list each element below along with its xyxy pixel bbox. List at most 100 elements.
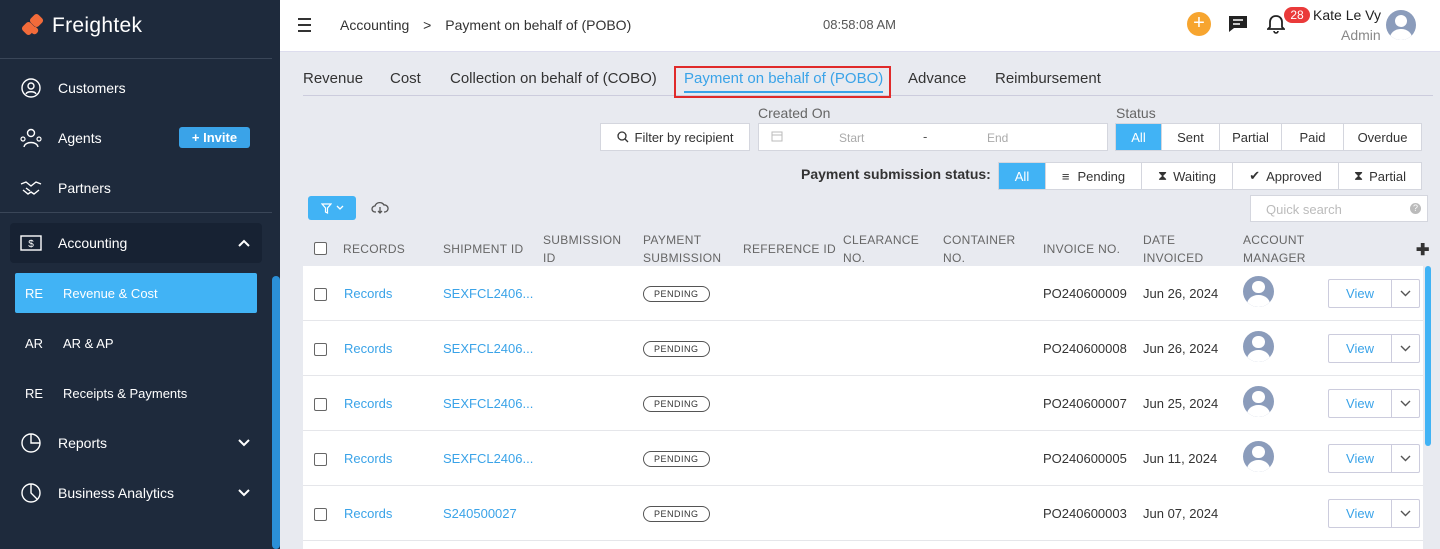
- account-manager-avatar[interactable]: [1243, 276, 1274, 307]
- header-payment-submission[interactable]: PAYMENT SUBMISSION: [643, 231, 733, 267]
- header-clearance-no[interactable]: CLEARANCE NO.: [843, 231, 933, 267]
- filter-by-recipient-button[interactable]: Filter by recipient: [600, 123, 750, 151]
- view-split-button: View: [1328, 389, 1420, 418]
- clock: 08:58:08 AM: [823, 17, 896, 32]
- status-paid[interactable]: Paid: [1282, 124, 1344, 150]
- header-invoice-no[interactable]: INVOICE NO.: [1043, 240, 1120, 258]
- notification-badge: 28: [1284, 7, 1310, 23]
- status-overdue[interactable]: Overdue: [1344, 124, 1421, 150]
- menu-icon[interactable]: [298, 18, 311, 36]
- row-checkbox[interactable]: [314, 343, 327, 356]
- submission-all[interactable]: All: [999, 163, 1046, 189]
- status-badge: PENDING: [643, 451, 710, 467]
- sidebar-item-business-analytics[interactable]: Business Analytics: [18, 478, 268, 508]
- view-button[interactable]: View: [1329, 335, 1392, 362]
- chevron-down-icon[interactable]: [1392, 500, 1419, 527]
- sidebar: Freightek Customers Agents + Invite Part…: [0, 0, 280, 549]
- row-checkbox[interactable]: [314, 453, 327, 466]
- submission-partial[interactable]: ⧗ Partial: [1339, 163, 1421, 189]
- header-records[interactable]: RECORDS: [343, 240, 405, 258]
- tab-cobo[interactable]: Collection on behalf of (COBO): [450, 70, 657, 87]
- shipment-id-link[interactable]: SEXFCL2406...: [443, 286, 533, 301]
- sidebar-subitem-ar-ap[interactable]: AR AR & AP: [15, 323, 257, 363]
- filter-dropdown-button[interactable]: [308, 196, 356, 220]
- view-button[interactable]: View: [1329, 500, 1392, 527]
- table-row[interactable]: Records S240500027 PENDING PO240600003 Jun 0…: [303, 486, 1423, 541]
- header-account-manager[interactable]: ACCOUNT MANAGER: [1243, 231, 1313, 267]
- view-button[interactable]: View: [1329, 445, 1392, 472]
- tab-advance[interactable]: Advance: [908, 70, 966, 87]
- chevron-down-icon[interactable]: [1392, 445, 1419, 472]
- shipment-id-link[interactable]: SEXFCL2406...: [443, 341, 533, 356]
- breadcrumb-current: Payment on behalf of (POBO): [445, 17, 632, 33]
- cloud-download-icon[interactable]: [371, 201, 389, 218]
- records-link[interactable]: Records: [344, 396, 392, 411]
- invite-button[interactable]: + Invite: [179, 127, 250, 148]
- help-icon[interactable]: ?: [1410, 203, 1421, 214]
- records-link[interactable]: Records: [344, 286, 392, 301]
- table-row[interactable]: Records SEXFCL2406... PENDING PO240600009 Ju…: [303, 266, 1423, 321]
- tab-cost[interactable]: Cost: [390, 70, 421, 87]
- logo[interactable]: Freightek: [20, 12, 142, 40]
- add-column-icon[interactable]: ✚: [1416, 240, 1429, 260]
- row-checkbox[interactable]: [314, 508, 327, 521]
- account-manager-avatar[interactable]: [1243, 331, 1274, 362]
- header-reference-id[interactable]: REFERENCE ID: [743, 240, 836, 258]
- header-date-invoiced[interactable]: DATE INVOICED: [1143, 231, 1213, 267]
- chevron-down-icon[interactable]: [1392, 335, 1419, 362]
- header-submission-id[interactable]: SUBMISSION ID: [543, 231, 633, 267]
- user-name[interactable]: Kate Le Vy: [1313, 7, 1381, 23]
- date-invoiced: Jun 11, 2024: [1143, 451, 1218, 466]
- shipment-id-link[interactable]: SEXFCL2406...: [443, 451, 533, 466]
- row-checkbox[interactable]: [314, 398, 327, 411]
- divider: [0, 212, 272, 213]
- chevron-up-icon[interactable]: [238, 236, 250, 250]
- view-button[interactable]: View: [1329, 390, 1392, 417]
- table-row[interactable]: Records SEXFCL2406... PENDING PO240600008 Ju…: [303, 321, 1423, 376]
- submission-waiting[interactable]: ⧗ Waiting: [1142, 163, 1233, 189]
- chat-icon[interactable]: [1228, 15, 1248, 38]
- sidebar-scrollbar[interactable]: [272, 276, 280, 549]
- tab-revenue[interactable]: Revenue: [303, 70, 363, 87]
- header-shipment-id[interactable]: SHIPMENT ID: [443, 240, 523, 258]
- sidebar-subitem-receipts-payments[interactable]: RE Receipts & Payments: [15, 373, 257, 413]
- shipment-id-link[interactable]: SEXFCL2406...: [443, 396, 533, 411]
- records-link[interactable]: Records: [344, 451, 392, 466]
- table-scrollbar[interactable]: [1425, 266, 1431, 446]
- account-manager-avatar[interactable]: [1243, 441, 1274, 472]
- header-container-no[interactable]: CONTAINER NO.: [943, 231, 1033, 267]
- sidebar-item-customers[interactable]: Customers: [18, 73, 268, 103]
- row-checkbox[interactable]: [314, 288, 327, 301]
- bell-icon[interactable]: [1265, 14, 1287, 39]
- submission-pending[interactable]: ≡ Pending: [1046, 163, 1142, 189]
- handshake-icon: [18, 175, 44, 201]
- chevron-down-icon[interactable]: [1392, 390, 1419, 417]
- status-partial[interactable]: Partial: [1220, 124, 1282, 150]
- sidebar-item-accounting[interactable]: $ Accounting: [18, 228, 268, 258]
- add-icon[interactable]: +: [1187, 12, 1211, 36]
- status-all[interactable]: All: [1116, 124, 1162, 150]
- account-manager-avatar[interactable]: [1243, 386, 1274, 417]
- sidebar-item-reports[interactable]: Reports: [18, 428, 268, 458]
- status-sent[interactable]: Sent: [1162, 124, 1220, 150]
- chevron-down-icon[interactable]: [1392, 280, 1419, 307]
- records-link[interactable]: Records: [344, 506, 392, 521]
- records-link[interactable]: Records: [344, 341, 392, 356]
- calendar-icon: [771, 130, 783, 145]
- view-button[interactable]: View: [1329, 280, 1392, 307]
- sidebar-item-partners[interactable]: Partners: [18, 173, 268, 203]
- invoice-no: PO240600008: [1043, 341, 1127, 356]
- submission-approved[interactable]: ✔ Approved: [1233, 163, 1339, 189]
- quick-search-input[interactable]: Quick search ?: [1250, 195, 1428, 222]
- sidebar-subitem-revenue-cost[interactable]: RE Revenue & Cost: [15, 273, 257, 313]
- shipment-id-link[interactable]: S240500027: [443, 506, 517, 521]
- table-row[interactable]: Records SEXFCL2406... PENDING PO240600007 Ju…: [303, 376, 1423, 431]
- user-avatar[interactable]: [1386, 10, 1416, 40]
- table-row[interactable]: Records SEXFCL2406... PENDING PO240600005 Ju…: [303, 431, 1423, 486]
- chevron-down-icon[interactable]: [238, 486, 250, 500]
- date-range-input[interactable]: Start - End: [758, 123, 1108, 151]
- chevron-down-icon[interactable]: [238, 436, 250, 450]
- tab-reimbursement[interactable]: Reimbursement: [995, 70, 1101, 87]
- select-all-checkbox[interactable]: [314, 242, 327, 255]
- breadcrumb-parent[interactable]: Accounting: [340, 17, 409, 33]
